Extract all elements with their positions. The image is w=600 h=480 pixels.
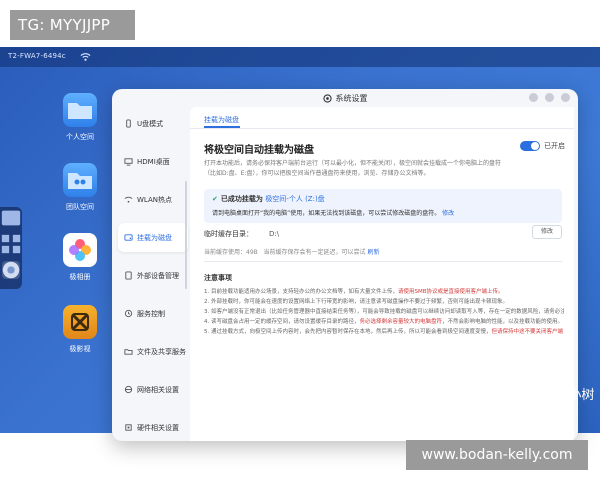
screenshot: { "watermarks": { "top_left": "TG: MYYJJ…	[0, 0, 600, 480]
note-item: 4. 读写磁盘会占用一定的缓存空间，请勿设置缓存目录的路径，务必选择剩余容量较大…	[204, 319, 564, 325]
watermark-top-left: TG: MYYJJPP	[10, 10, 135, 40]
sidebar-item-external-devices[interactable]: 外部设备管理	[118, 261, 188, 290]
toggle-status: 已开启	[544, 142, 565, 150]
sidebar-item-mount-disk[interactable]: 挂载为磁盘	[118, 223, 188, 252]
section-heading: 将极空间自动挂载为磁盘	[204, 145, 314, 156]
desktop-icon-photos[interactable]: 极相册	[52, 233, 108, 282]
check-circle-icon: ✔	[212, 195, 218, 203]
hardware-icon	[125, 424, 132, 431]
mount-success-box: ✔ 已成功挂载为 极空间-个人 (Z:)盘 请到电脑桌面打开“我的电脑”使用，如果…	[204, 189, 562, 223]
desktop-icon-video[interactable]: 极影视	[52, 305, 108, 354]
weibo-icon	[509, 388, 525, 400]
note-warning: 请使用SMB协议或是直接使用客户端上传。	[398, 289, 504, 295]
disk-icon	[124, 234, 133, 241]
note-item: 3. 如客户端没有正常退出（比如任务管理器中直接结束任务等），可能会导致挂载的磁…	[204, 309, 564, 315]
dock-window-icon[interactable]	[0, 207, 22, 229]
sidebar-item-wlan[interactable]: WLAN热点	[118, 185, 188, 214]
success-line: ✔ 已成功挂载为 极空间-个人 (Z:)盘	[212, 195, 325, 203]
sidebar-item-hardware[interactable]: 硬件相关设置	[118, 413, 188, 441]
settings-sidebar: U盘模式 HDMI桌面 WLAN热点 挂载为磁盘 外部设备管理 服务控制 文件及…	[118, 109, 188, 439]
wifi-icon	[124, 196, 133, 203]
dock-grid-icon[interactable]	[0, 233, 22, 255]
note-warning: 但请保持中途不要关闭客户端	[491, 329, 564, 335]
share-icon	[124, 349, 133, 355]
photos-icon	[63, 233, 97, 267]
sidebar-scrollbar[interactable]	[185, 181, 187, 289]
usb-icon	[126, 119, 131, 128]
side-dock	[0, 207, 22, 289]
watermark-url: www.bodan-kelly.com	[406, 440, 588, 470]
divider	[204, 261, 562, 262]
desktop-icon-label: 极相册	[69, 273, 91, 281]
note-item: 5. 通过挂载方式，向极空间上传内容时，会先把内容暂时保存在本地，然后再上传，所…	[204, 329, 564, 335]
modify-cache-button[interactable]: 修改	[532, 225, 562, 239]
cache-usage: 当前缓存使用：49B 当前缓存保存会有一定延迟，可以尝试 刷新	[204, 249, 380, 256]
desktop-icon-personal-space[interactable]: 个人空间	[52, 93, 108, 142]
desktop-icon-label: 个人空间	[66, 133, 94, 141]
usage-value: 49B	[246, 249, 258, 256]
sidebar-item-service-control[interactable]: 服务控制	[118, 299, 188, 328]
device-name[interactable]: T2-FWA7-6494c	[8, 52, 66, 60]
window-titlebar[interactable]: 系统设置	[112, 89, 578, 107]
team-folder-icon	[63, 163, 97, 197]
divider	[190, 128, 574, 129]
refresh-link[interactable]: 刷新	[367, 249, 379, 256]
sidebar-item-hdmi[interactable]: HDMI桌面	[118, 147, 188, 176]
wifi-icon	[80, 53, 91, 61]
device-icon	[125, 271, 132, 280]
sidebar-item-usb-mode[interactable]: U盘模式	[118, 109, 188, 138]
toggle-knob	[531, 142, 539, 150]
auto-mount-toggle[interactable]	[520, 141, 540, 151]
note-warning: 务必选择剩余容量较大的电脑盘符	[359, 319, 443, 325]
success-hint-line: 请到电脑桌面打开“我的电脑”使用，如果无法找到该磁盘，可以尝试修改磁盘的盘符。 …	[212, 210, 455, 217]
note-item: 1. 目前挂载功能适用办公场景，支持轻办公的办公文档等，如有大量文件上传，请使用…	[204, 289, 504, 295]
sidebar-item-file-sharing[interactable]: 文件及共享服务	[118, 337, 188, 366]
dock-active-highlight	[2, 261, 20, 279]
tab-mount-disk[interactable]: 挂载为磁盘	[204, 115, 239, 125]
service-icon	[124, 309, 133, 318]
network-icon	[124, 385, 133, 394]
desktop-icon-label: 团队空间	[66, 203, 94, 211]
sidebar-item-network[interactable]: 网络相关设置	[118, 375, 188, 404]
maximize-button[interactable]	[545, 93, 554, 102]
cache-directory: 临时缓存目录： D:\	[204, 230, 280, 238]
desktop-icon-team-space[interactable]: 团队空间	[52, 163, 108, 212]
window-title: 系统设置	[335, 93, 368, 103]
watermark-author: Geeks小树	[509, 384, 594, 403]
cache-path: D:\	[269, 230, 280, 238]
modify-drive-link[interactable]: 修改	[442, 210, 454, 217]
monitor-icon	[124, 158, 133, 166]
video-icon	[63, 305, 97, 339]
note-item: 2. 外部挂载时，你可能会在速度的设置网络上下行带宽的影响，请注意读写磁盘操作不…	[204, 299, 508, 305]
mounted-drive: 极空间-个人 (Z:)盘	[265, 195, 325, 203]
notes-list: 1. 目前挂载功能适用办公场景，支持轻办公的办公文档等，如有大量文件上传，请使用…	[204, 287, 564, 337]
desktop-icon-label: 极影视	[69, 345, 91, 353]
folder-icon	[63, 93, 97, 127]
notes-title: 注意事项	[204, 274, 232, 282]
top-status-bar: T2-FWA7-6494c	[0, 47, 600, 67]
feature-description: 打开本功能后，请务必保持客户端前台运行（可以最小化，但不能关闭），极空间就会挂载…	[204, 160, 502, 177]
desktop-screen: T2-FWA7-6494c 个人空间 团队空间 极相册 极影视 系统设置 U盘模…	[0, 47, 600, 441]
gear-icon	[322, 93, 332, 103]
minimize-button[interactable]	[529, 93, 538, 102]
close-button[interactable]	[561, 93, 570, 102]
